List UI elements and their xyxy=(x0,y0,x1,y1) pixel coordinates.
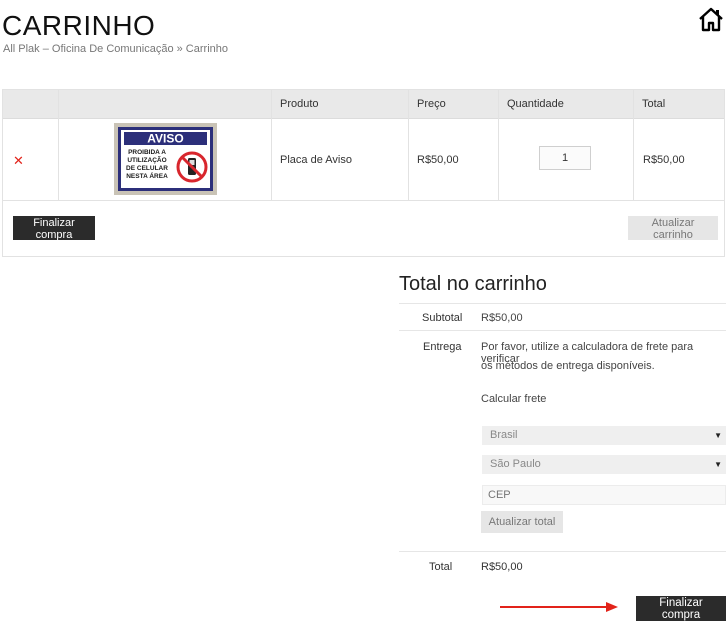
sign-header-text: AVISO xyxy=(147,132,183,146)
column-header-quantity: Quantidade xyxy=(507,98,564,110)
country-select[interactable]: Brasil ▼ xyxy=(482,426,726,445)
total-label: Total xyxy=(429,561,453,573)
calculate-shipping-link[interactable]: Calcular frete xyxy=(481,393,546,405)
subtotal-label: Subtotal xyxy=(422,312,463,324)
shipping-info-line2: os métodos de entrega disponíveis. xyxy=(481,360,655,372)
sign-line-text: PROIBIDA A xyxy=(128,149,166,156)
breadcrumb[interactable]: All Plak – Oficina De Comunicação » Carr… xyxy=(3,43,228,55)
home-icon[interactable] xyxy=(698,6,724,32)
product-price: R$50,00 xyxy=(417,154,459,166)
product-subtotal: R$50,00 xyxy=(643,154,685,166)
quantity-input[interactable] xyxy=(539,146,591,170)
product-name-link[interactable]: Placa de Aviso xyxy=(280,154,352,166)
product-thumbnail[interactable]: AVISO PROIBIDA A UTILIZAÇÃO DE CELULAR N… xyxy=(114,123,217,195)
shipping-label: Entrega xyxy=(423,341,462,353)
column-header-price: Preço xyxy=(417,98,446,110)
country-select-value: Brasil xyxy=(490,429,518,441)
proceed-to-checkout-button[interactable]: Finalizar compra xyxy=(636,596,726,621)
update-total-button[interactable]: Atualizar total xyxy=(481,511,563,533)
total-value: R$50,00 xyxy=(481,561,523,573)
subtotal-value: R$50,00 xyxy=(481,312,523,324)
sign-line-text: NESTA ÁREA xyxy=(126,171,168,180)
table-header: Produto Preço Quantidade Total xyxy=(3,90,724,119)
remove-item-icon[interactable]: ✕ xyxy=(13,153,24,169)
column-header-product: Produto xyxy=(280,98,319,110)
column-header-total: Total xyxy=(642,98,666,110)
warning-sign-image: AVISO PROIBIDA A UTILIZAÇÃO DE CELULAR N… xyxy=(118,127,213,191)
update-cart-button[interactable]: Atualizar carrinho xyxy=(628,216,718,241)
page-title: CARRINHO xyxy=(2,10,156,41)
chevron-down-icon: ▼ xyxy=(714,431,722,440)
cart-totals-title: Total no carrinho xyxy=(399,273,547,295)
cart-table: Produto Preço Quantidade Total ✕ AVISO P… xyxy=(2,89,725,257)
cep-input[interactable] xyxy=(482,485,726,505)
checkout-button[interactable]: Finalizar compra xyxy=(13,216,95,241)
state-select[interactable]: São Paulo ▼ xyxy=(482,455,726,474)
red-arrow-annotation xyxy=(500,602,618,612)
sign-line-text: UTILIZAÇÃO xyxy=(127,155,166,164)
sign-line-text: DE CELULAR xyxy=(126,165,168,172)
state-select-value: São Paulo xyxy=(490,458,541,470)
chevron-down-icon: ▼ xyxy=(714,460,722,469)
